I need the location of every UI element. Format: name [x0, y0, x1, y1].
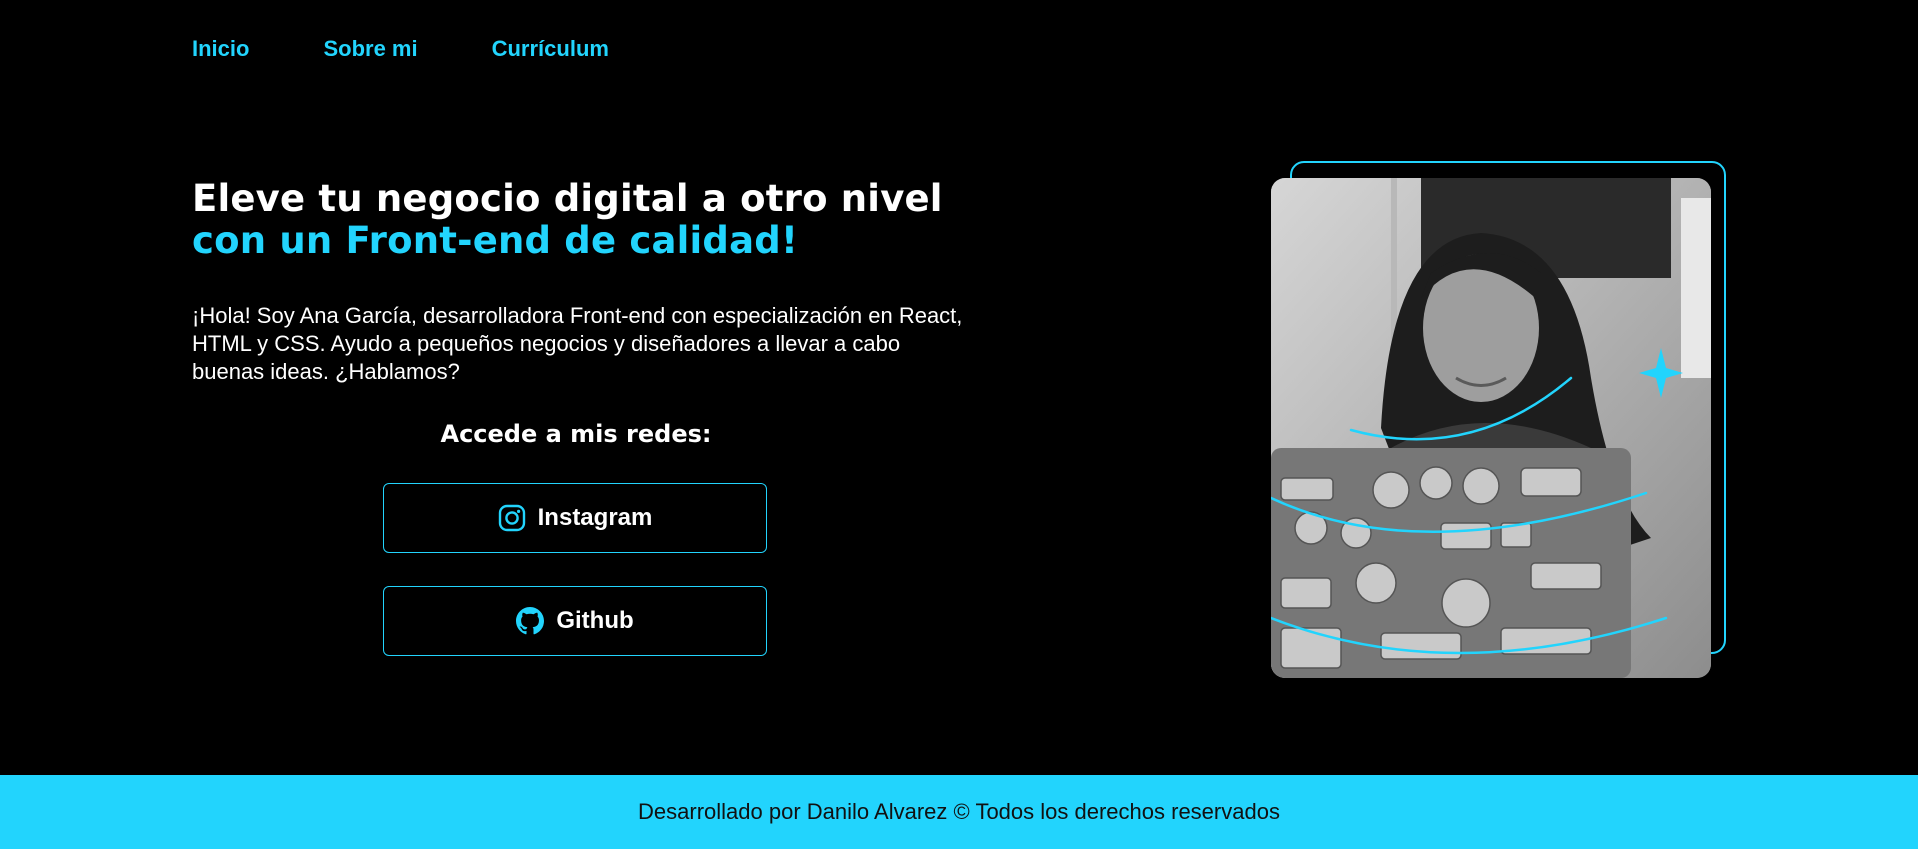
nav-link-inicio[interactable]: Inicio [192, 36, 249, 62]
instagram-icon [498, 504, 526, 532]
nav-link-curriculum[interactable]: Currículum [492, 36, 609, 62]
nav-link-sobre-mi[interactable]: Sobre mi [323, 36, 417, 62]
github-icon [516, 607, 545, 635]
github-button-label: Github [556, 607, 634, 634]
instagram-button-label: Instagram [537, 504, 653, 531]
hero-title: Eleve tu negocio digital a otro nivel co… [192, 178, 943, 262]
instagram-button[interactable]: Instagram [383, 483, 767, 553]
profile-photo [1271, 178, 1711, 678]
github-button[interactable]: Github [383, 586, 767, 656]
intro-text: ¡Hola! Soy Ana García, desarrolladora Fr… [192, 303, 963, 384]
hero-title-line1: Eleve tu negocio digital a otro nivel [192, 177, 943, 220]
footer-text: Desarrollado por Danilo Alvarez © Todos … [638, 799, 1280, 824]
main-nav: Inicio Sobre mi Currículum [192, 36, 609, 62]
hero-title-line2: con un Front-end de calidad! [192, 219, 799, 262]
footer: Desarrollado por Danilo Alvarez © Todos … [0, 775, 1918, 849]
social-heading: Accede a mis redes: [440, 420, 712, 448]
